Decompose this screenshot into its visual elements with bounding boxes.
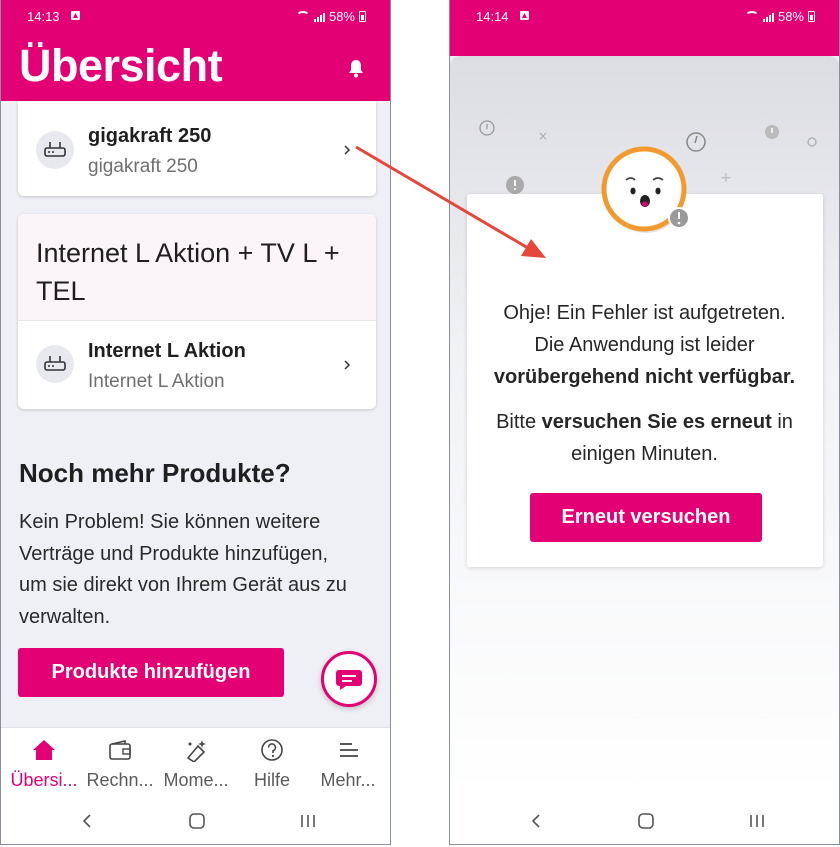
annotation-arrow — [355, 145, 546, 258]
